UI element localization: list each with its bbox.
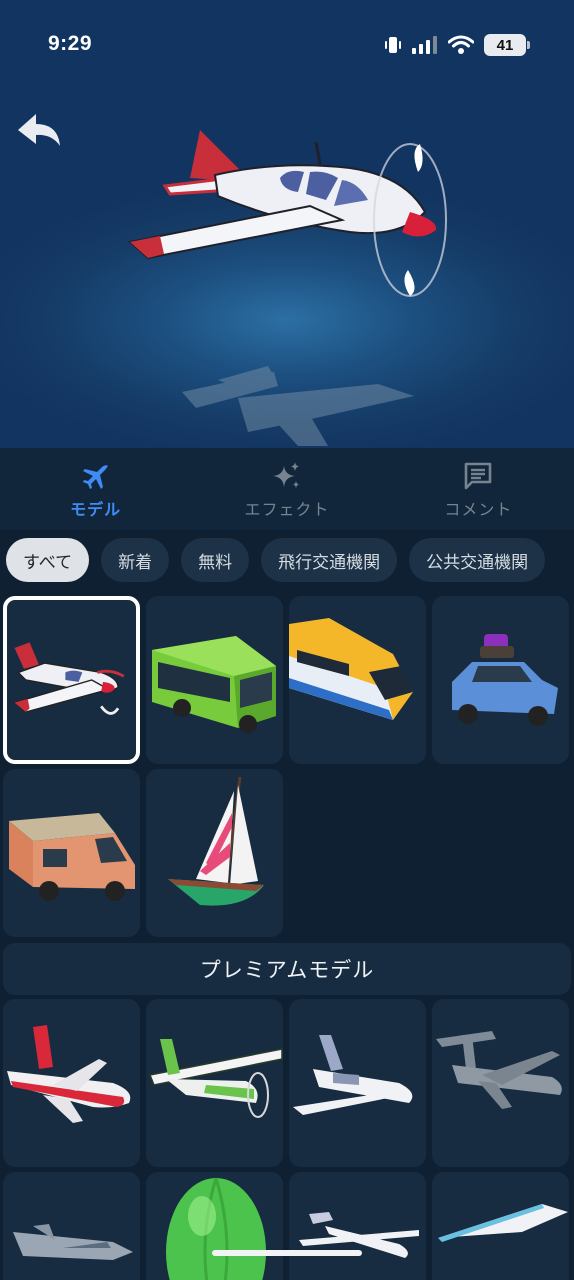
home-indicator — [212, 1250, 362, 1256]
filter-chip-new[interactable]: 新着 — [101, 538, 170, 582]
bus-icon — [152, 636, 276, 733]
wifi-icon — [448, 35, 474, 54]
model-tile-camper-van[interactable] — [3, 769, 140, 937]
tab-effects-label: エフェクト — [244, 500, 330, 519]
model-tile-green-bus[interactable] — [146, 596, 283, 764]
premium-tile-hang-glider[interactable] — [432, 1172, 569, 1280]
sparkles-icon — [272, 462, 299, 488]
premium-tile-glider[interactable] — [289, 1172, 426, 1280]
jet-airliner-icon — [7, 1025, 131, 1123]
tab-comments[interactable]: コメント — [383, 448, 574, 530]
battery-indicator: 41 — [484, 34, 530, 56]
model-tile-blue-car[interactable] — [432, 596, 569, 764]
tab-models[interactable]: モデル — [0, 448, 191, 530]
status-bar: 9:29 41 — [0, 0, 574, 92]
premium-tile-green-cessna[interactable] — [146, 999, 283, 1167]
glider-icon — [299, 1212, 419, 1258]
cessna-icon — [148, 1039, 283, 1118]
vibrate-icon — [385, 37, 401, 53]
hang-glider-icon — [438, 1204, 568, 1242]
tab-models-label: モデル — [70, 500, 122, 519]
model-tile-propeller-plane[interactable] — [3, 596, 140, 764]
filter-chip-all[interactable]: すべて — [6, 538, 90, 582]
premium-tile-red-jet[interactable] — [3, 999, 140, 1167]
cargo-plane-icon — [436, 1031, 562, 1109]
tab-comments-label: コメント — [444, 500, 513, 519]
business-jet-icon — [293, 1035, 413, 1115]
comment-icon — [465, 462, 492, 490]
filter-chip-air-transport[interactable]: 飛行交通機関 — [261, 538, 398, 582]
tab-effects[interactable]: エフェクト — [191, 448, 382, 530]
filter-chips: すべて 新着 無料 飛行交通機関 公共交通機関 — [0, 530, 574, 592]
filter-chip-public-transport[interactable]: 公共交通機関 — [409, 538, 546, 582]
model-tile-yellow-train[interactable] — [289, 596, 426, 764]
hero-plane-model — [127, 130, 447, 297]
model-tile-sailboat[interactable] — [146, 769, 283, 937]
camper-van-icon — [9, 813, 135, 901]
airplane-icon — [82, 465, 108, 489]
back-button[interactable] — [14, 108, 66, 152]
status-time: 9:29 — [48, 32, 93, 55]
hero-plane-shadow — [182, 366, 414, 446]
filter-chip-free[interactable]: 無料 — [181, 538, 250, 582]
premium-tile-business-jet[interactable] — [289, 999, 426, 1167]
propeller-plane-icon — [13, 642, 125, 715]
premium-tile-fighter-jet[interactable] — [3, 1172, 140, 1280]
premium-models-header: プレミアムモデル — [3, 943, 571, 995]
tab-bar: モデル エフェクト コメント — [0, 448, 574, 530]
back-arrow-icon — [18, 114, 60, 146]
car-icon — [452, 634, 558, 726]
fighter-jet-icon — [13, 1224, 133, 1260]
signal-icon — [412, 36, 437, 54]
train-icon — [289, 618, 413, 720]
premium-tile-cargo-plane[interactable] — [432, 999, 569, 1167]
model-preview: 9:29 41 — [0, 0, 574, 448]
hot-air-balloon-icon — [166, 1177, 266, 1280]
sailboat-icon — [168, 776, 264, 906]
status-icons: 41 — [384, 34, 530, 56]
premium-tile-hot-air-balloon[interactable] — [146, 1172, 283, 1280]
